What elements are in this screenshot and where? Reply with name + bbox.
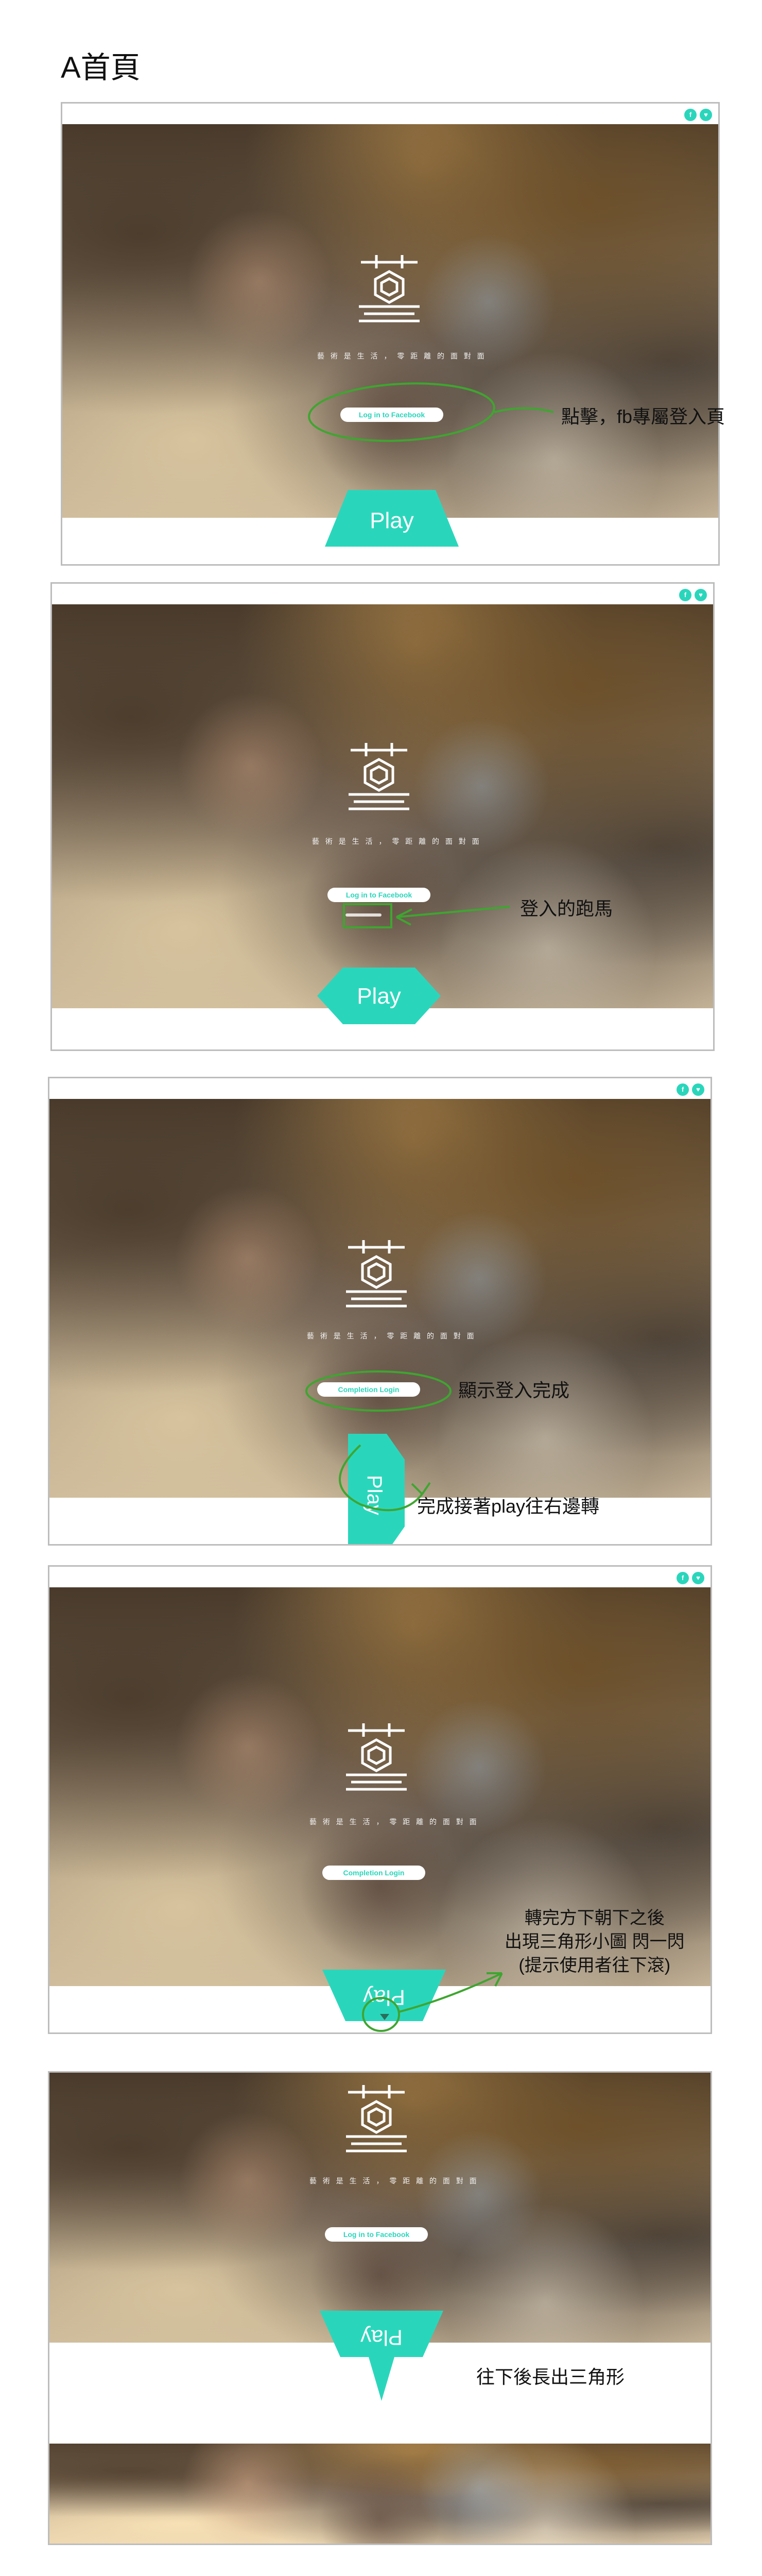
play-label: Play — [363, 1986, 405, 2010]
screen-5-mockup: 藝 術 是 生 活 ， 零 距 離 的 面 對 面 Log in to Face… — [48, 2071, 712, 2545]
play-button-with-triangle[interactable]: Play — [320, 2311, 443, 2401]
annotation-5: 往下後長出三角形 — [476, 2366, 625, 2387]
fb-icon[interactable]: f — [677, 1083, 689, 1096]
play-label: Play — [357, 984, 401, 1009]
tagline: 藝 術 是 生 活 ， 零 距 離 的 面 對 面 — [309, 2177, 479, 2185]
tagline: 藝 術 是 生 活 ， 零 距 離 的 面 對 面 — [307, 1332, 476, 1340]
tagline: 藝 術 是 生 活 ， 零 距 離 的 面 對 面 — [317, 352, 487, 360]
login-marquee — [345, 913, 382, 917]
art-logo — [346, 1240, 407, 1308]
screen-2-mockup: f ♥ 藝 術 是 生 活 ， 零 距 離 的 面 對 面 Log in to … — [50, 582, 715, 1051]
completion-login-button[interactable]: Completion Login — [322, 1866, 425, 1880]
top-right-icons: f ♥ — [679, 589, 707, 601]
blurred-second-section-background — [49, 2444, 711, 2544]
play-button[interactable]: Play — [317, 968, 441, 1024]
art-logo — [359, 255, 420, 323]
screen-1-mockup: f ♥ 藝 術 是 生 活 ， 零 距 離 的 面 對 面 Log in to … — [61, 102, 720, 566]
art-logo — [346, 1723, 407, 1791]
play-label: Play — [363, 1475, 386, 1515]
like-icon[interactable]: ♥ — [692, 1083, 704, 1096]
like-icon[interactable]: ♥ — [692, 1572, 704, 1584]
play-button[interactable]: Play — [325, 490, 459, 547]
fb-icon[interactable]: f — [684, 109, 697, 121]
like-icon[interactable]: ♥ — [700, 109, 712, 121]
annotation-3b: 完成接著play往右邊轉 — [417, 1496, 600, 1517]
art-logo — [349, 743, 409, 810]
annotation-1: 點擊，fb專屬登入頁 — [561, 406, 725, 427]
facebook-login-button[interactable]: Log in to Facebook — [327, 888, 430, 902]
play-label: Play — [360, 2326, 403, 2350]
tagline: 藝 術 是 生 活 ， 零 距 離 的 面 對 面 — [312, 837, 481, 845]
tagline: 藝 術 是 生 活 ， 零 距 離 的 面 對 面 — [309, 1818, 479, 1826]
annotation-4-line-3: (提示使用者往下滾) — [518, 1956, 671, 1975]
play-button-rotating[interactable]: Play — [348, 1434, 405, 1546]
like-icon[interactable]: ♥ — [695, 589, 707, 601]
art-logo — [346, 2085, 407, 2153]
annotation-4: 轉完方下朝下之後 出現三角形小圖 閃一閃 (提示使用者往下滾) — [505, 1906, 684, 1977]
fb-icon[interactable]: f — [679, 589, 691, 601]
play-label: Play — [370, 508, 414, 533]
facebook-login-button[interactable]: Log in to Facebook — [325, 2227, 428, 2242]
top-right-icons: f ♥ — [684, 109, 712, 121]
scroll-hint-triangle-icon — [380, 2014, 389, 2020]
top-right-icons: f ♥ — [677, 1572, 704, 1584]
top-right-icons: f ♥ — [677, 1083, 704, 1096]
annotation-2: 登入的跑馬 — [520, 898, 613, 919]
annotation-4-line-2: 出現三角形小圖 閃一閃 — [505, 1932, 685, 1952]
completion-login-button[interactable]: Completion Login — [317, 1382, 420, 1397]
annotation-4-line-1: 轉完方下朝下之後 — [524, 1908, 665, 1928]
facebook-login-button[interactable]: Log in to Facebook — [340, 408, 443, 422]
screen-3-mockup: f ♥ 藝 術 是 生 活 ， 零 距 離 的 面 對 面 Completion… — [48, 1077, 712, 1546]
play-button-rotated[interactable]: Play — [322, 1970, 446, 2021]
page-heading: A首頁 — [61, 51, 141, 84]
annotation-3: 顯示登入完成 — [458, 1380, 570, 1401]
fb-icon[interactable]: f — [677, 1572, 689, 1584]
